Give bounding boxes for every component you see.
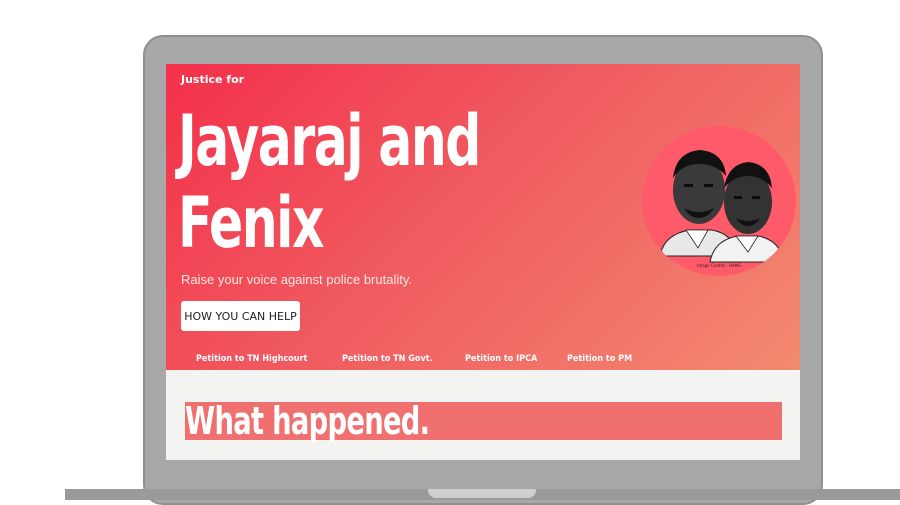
petition-link-tn-highcourt[interactable]: Petition to TN Highcourt	[196, 354, 307, 364]
portrait-drawing	[659, 150, 785, 263]
hero-kicker: Justice for	[181, 73, 245, 86]
petition-links: Petition to TN Highcourt Petition to TN …	[196, 354, 639, 364]
petition-link-ipca[interactable]: Petition to IPCA	[465, 354, 537, 364]
petition-link-pm[interactable]: Petition to PM	[567, 354, 632, 364]
section-title: What happened.	[185, 399, 430, 443]
petition-link-tn-govt[interactable]: Petition to TN Govt.	[342, 354, 433, 364]
hero-headline: Jayaraj and Fenix	[178, 100, 481, 264]
hero-subtitle: Raise your voice against police brutalit…	[181, 272, 412, 287]
hero-banner: Justice for Jayaraj and Fenix Raise your …	[166, 64, 800, 370]
laptop-screen: Justice for Jayaraj and Fenix Raise your …	[166, 64, 800, 460]
portrait-illustration: Image Credits : HAMS	[642, 126, 796, 276]
portrait-credit: Image Credits : HAMS	[697, 263, 741, 268]
laptop-notch	[428, 489, 536, 498]
how-you-can-help-button[interactable]: HOW YOU CAN HELP	[181, 301, 300, 331]
